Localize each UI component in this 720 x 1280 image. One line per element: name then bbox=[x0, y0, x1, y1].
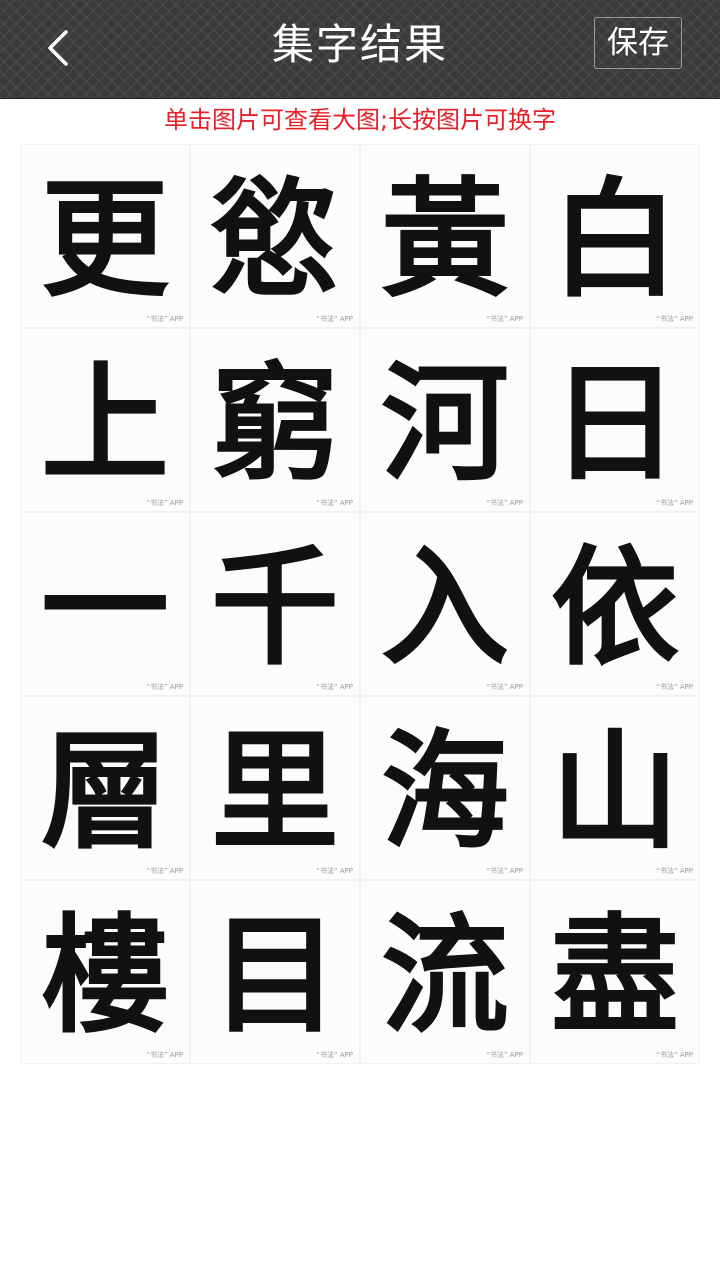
character-tile[interactable]: 窮 “书法” APP bbox=[190, 328, 360, 512]
page-title: 集字结果 bbox=[271, 20, 448, 69]
watermark: “书法” APP bbox=[146, 683, 183, 691]
calligraphy-character: 入 bbox=[380, 532, 509, 683]
calligraphy-character: 依 bbox=[550, 532, 679, 683]
calligraphy-character: 樓 bbox=[40, 900, 169, 1051]
top-nav-bar: 集字结果 保存 bbox=[0, 0, 720, 99]
character-tile[interactable]: 上 “书法” APP bbox=[20, 328, 190, 512]
calligraphy-character: 日 bbox=[550, 348, 679, 499]
watermark: “书法” APP bbox=[656, 315, 693, 323]
watermark: “书法” APP bbox=[656, 867, 693, 875]
character-tile[interactable]: 樓 “书法” APP bbox=[20, 880, 190, 1064]
calligraphy-character: 黃 bbox=[380, 164, 509, 315]
character-tile[interactable]: 目 “书法” APP bbox=[190, 880, 360, 1064]
character-tile[interactable]: 千 “书法” APP bbox=[190, 512, 360, 696]
character-tile[interactable]: 更 “书法” APP bbox=[20, 144, 190, 328]
calligraphy-character: 白 bbox=[550, 164, 679, 315]
watermark: “书法” APP bbox=[316, 683, 353, 691]
calligraphy-character: 海 bbox=[380, 716, 509, 867]
calligraphy-character: 河 bbox=[380, 348, 509, 499]
watermark: “书法” APP bbox=[656, 683, 693, 691]
character-tile[interactable]: 日 “书法” APP bbox=[530, 328, 700, 512]
save-button[interactable]: 保存 bbox=[594, 17, 682, 69]
watermark: “书法” APP bbox=[486, 1051, 523, 1059]
character-tile[interactable]: 流 “书法” APP bbox=[360, 880, 530, 1064]
watermark: “书法” APP bbox=[486, 683, 523, 691]
character-tile[interactable]: 海 “书法” APP bbox=[360, 696, 530, 880]
character-tile[interactable]: 黃 “书法” APP bbox=[360, 144, 530, 328]
watermark: “书法” APP bbox=[656, 499, 693, 507]
calligraphy-character: 層 bbox=[40, 716, 169, 867]
watermark: “书法” APP bbox=[146, 1051, 183, 1059]
character-tile[interactable]: 盡 “书法” APP bbox=[530, 880, 700, 1064]
watermark: “书法” APP bbox=[316, 867, 353, 875]
watermark: “书法” APP bbox=[146, 315, 183, 323]
chevron-left-icon bbox=[48, 30, 68, 66]
watermark: “书法” APP bbox=[486, 499, 523, 507]
calligraphy-character: 窮 bbox=[210, 348, 339, 499]
back-button[interactable] bbox=[26, 20, 90, 76]
calligraphy-character: 上 bbox=[40, 348, 169, 499]
watermark: “书法” APP bbox=[316, 499, 353, 507]
character-tile[interactable]: 一 “书法” APP bbox=[20, 512, 190, 696]
calligraphy-character: 盡 bbox=[550, 900, 679, 1051]
character-tile[interactable]: 山 “书法” APP bbox=[530, 696, 700, 880]
character-tile[interactable]: 里 “书法” APP bbox=[190, 696, 360, 880]
character-tile[interactable]: 河 “书法” APP bbox=[360, 328, 530, 512]
watermark: “书法” APP bbox=[146, 867, 183, 875]
calligraphy-character: 山 bbox=[550, 716, 679, 867]
watermark: “书法” APP bbox=[316, 1051, 353, 1059]
watermark: “书法” APP bbox=[316, 315, 353, 323]
calligraphy-character: 千 bbox=[210, 532, 339, 683]
calligraphy-character: 慾 bbox=[210, 164, 339, 315]
calligraphy-character: 目 bbox=[210, 900, 339, 1051]
watermark: “书法” APP bbox=[656, 1051, 693, 1059]
character-tile[interactable]: 層 “书法” APP bbox=[20, 696, 190, 880]
watermark: “书法” APP bbox=[486, 867, 523, 875]
character-tile[interactable]: 入 “书法” APP bbox=[360, 512, 530, 696]
character-tile[interactable]: 慾 “书法” APP bbox=[190, 144, 360, 328]
character-grid: 更 “书法” APP 慾 “书法” APP 黃 “书法” APP 白 “书法” APP … bbox=[20, 144, 700, 1064]
usage-hint: 单击图片可查看大图;长按图片可换字 bbox=[163, 106, 557, 134]
calligraphy-character: 流 bbox=[380, 900, 509, 1051]
watermark: “书法” APP bbox=[486, 315, 523, 323]
character-tile[interactable]: 依 “书法” APP bbox=[530, 512, 700, 696]
character-tile[interactable]: 白 “书法” APP bbox=[530, 144, 700, 328]
calligraphy-character: 一 bbox=[40, 532, 169, 683]
calligraphy-character: 更 bbox=[40, 164, 169, 315]
calligraphy-character: 里 bbox=[210, 716, 339, 867]
watermark: “书法” APP bbox=[146, 499, 183, 507]
